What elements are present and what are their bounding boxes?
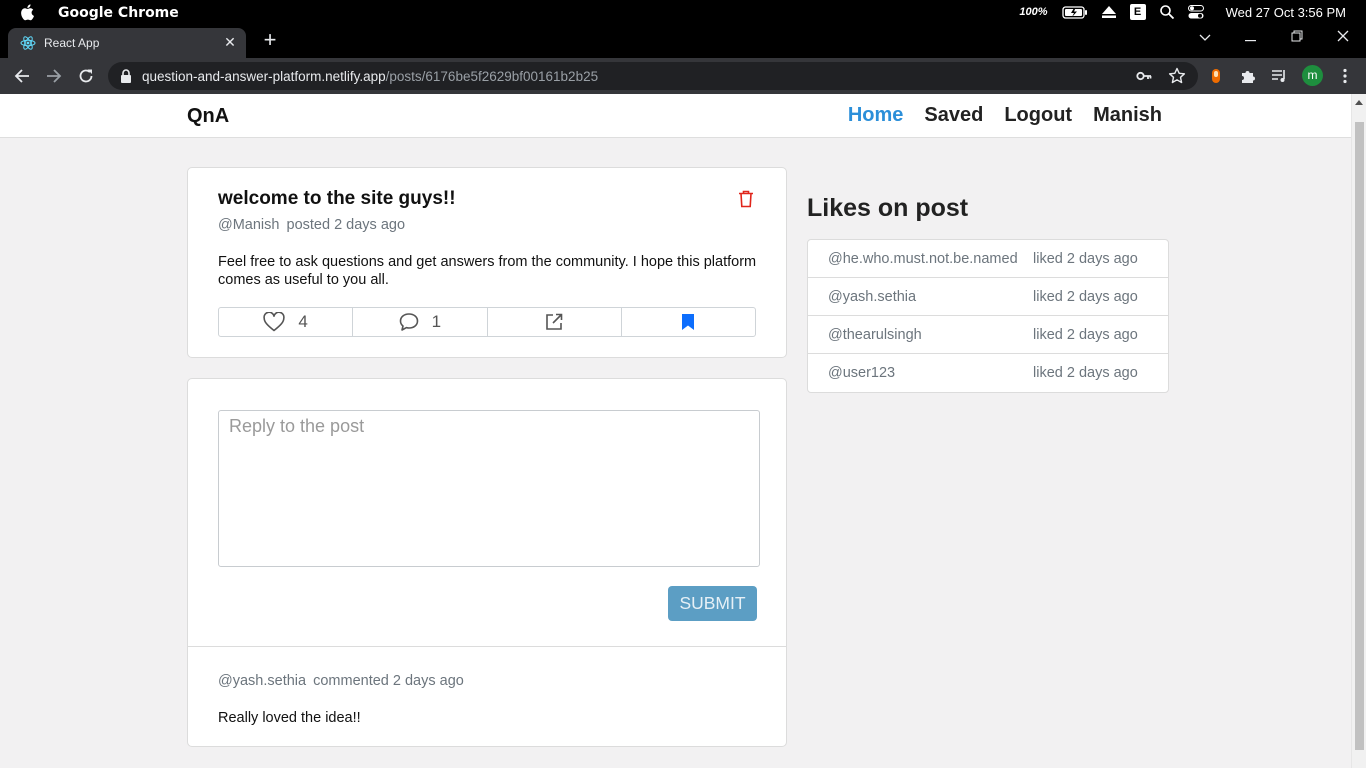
comment-author[interactable]: @yash.sethia [218, 673, 306, 689]
page-viewport: QnA Home Saved Logout Manish welcome to … [0, 94, 1366, 768]
reply-card: SUBMIT @yash.sethia commented 2 days ago… [187, 378, 787, 747]
post-meta: @Manish posted 2 days ago [218, 217, 405, 233]
submit-button[interactable]: SUBMIT [668, 586, 757, 621]
comment-button[interactable]: 1 [353, 308, 488, 336]
media-icon[interactable] [1270, 67, 1288, 85]
post-card: welcome to the site guys!! @Manish poste… [187, 167, 787, 358]
browser-toolbar: question-and-answer-platform.netlify.app… [0, 58, 1366, 94]
like-user[interactable]: @he.who.must.not.be.named [828, 251, 1018, 267]
reply-input[interactable] [218, 410, 760, 567]
like-user[interactable]: @thearulsingh [828, 327, 922, 343]
puzzle-icon[interactable] [1239, 67, 1257, 85]
react-favicon [20, 36, 36, 50]
reload-icon[interactable] [75, 65, 97, 87]
comment-count: 1 [431, 312, 442, 331]
chevron-down-icon[interactable] [1195, 28, 1215, 46]
like-time: liked 2 days ago [1033, 365, 1138, 381]
trash-icon[interactable] [738, 190, 754, 208]
heart-icon [263, 312, 286, 332]
url-host: question-and-answer-platform.netlify.app [142, 69, 386, 84]
post-body: Feel free to ask questions and get answe… [218, 254, 757, 288]
share-button[interactable] [488, 308, 622, 336]
url-path: /posts/6176be5f2629bf00161b2b25 [385, 69, 599, 84]
forward-icon[interactable] [43, 65, 65, 87]
bookmark-button[interactable] [622, 308, 755, 336]
eject-icon[interactable] [1101, 6, 1116, 18]
menu-clock[interactable]: Wed 27 Oct 3:56 PM [1226, 5, 1346, 20]
like-user[interactable]: @yash.sethia [828, 289, 916, 305]
minimize-icon[interactable] [1241, 28, 1261, 46]
battery-icon[interactable] [1061, 5, 1088, 19]
search-icon[interactable] [1159, 5, 1174, 19]
address-bar[interactable]: question-and-answer-platform.netlify.app… [108, 62, 1198, 90]
extension-icon[interactable] [1207, 67, 1225, 85]
page-scrollbar[interactable] [1351, 94, 1366, 768]
apple-icon[interactable] [20, 3, 36, 21]
nav-home[interactable]: Home [848, 104, 904, 127]
share-icon [546, 313, 563, 330]
post-title: welcome to the site guys!! [218, 188, 456, 209]
likes-list: @he.who.must.not.be.named liked 2 days a… [807, 239, 1169, 393]
plus-icon[interactable]: + [260, 29, 280, 51]
like-button[interactable]: 4 [219, 308, 354, 336]
nav-logout[interactable]: Logout [1004, 104, 1072, 127]
nav-saved[interactable]: Saved [924, 104, 983, 127]
post-time: posted 2 days ago [286, 217, 406, 233]
star-icon[interactable] [1168, 67, 1186, 85]
post-author[interactable]: @Manish [218, 217, 279, 233]
back-icon[interactable] [11, 65, 33, 87]
comment-icon [399, 313, 418, 331]
scrollbar-thumb[interactable] [1355, 122, 1364, 750]
list-item: @yash.sethia liked 2 days ago [808, 278, 1168, 316]
mac-menu-bar: Google Chrome 100% E Wed 27 Oct 3:56 PM [0, 0, 1366, 24]
site-brand[interactable]: QnA [187, 105, 229, 128]
more-icon[interactable] [1336, 67, 1354, 85]
comment-body: Really loved the idea!! [218, 710, 361, 726]
url-text[interactable]: question-and-answer-platform.netlify.app… [142, 69, 598, 84]
likes-heading: Likes on post [807, 194, 969, 222]
list-item: @he.who.must.not.be.named liked 2 days a… [808, 240, 1168, 278]
close-icon[interactable] [1333, 28, 1353, 46]
like-time: liked 2 days ago [1033, 289, 1138, 305]
menu-app-name[interactable]: Google Chrome [58, 5, 179, 21]
battery-percent: 100% [1019, 6, 1048, 18]
like-count: 4 [298, 312, 308, 331]
close-icon[interactable]: ✕ [222, 34, 238, 50]
bookmark-icon [682, 314, 695, 330]
restore-icon[interactable] [1287, 28, 1307, 46]
comment-meta: @yash.sethia commented 2 days ago [218, 673, 464, 689]
divider [188, 646, 786, 647]
scroll-up-icon[interactable] [1355, 100, 1363, 105]
lock-icon[interactable] [120, 69, 132, 83]
input-source-label: E [1129, 4, 1146, 20]
post-actions: 4 1 [218, 307, 756, 337]
tab-title: React App [44, 36, 100, 50]
browser-tab[interactable]: React App ✕ [8, 28, 246, 58]
profile-avatar[interactable]: m [1302, 65, 1323, 86]
like-time: liked 2 days ago [1033, 327, 1138, 343]
like-time: liked 2 days ago [1033, 251, 1138, 267]
control-center-icon[interactable] [1187, 5, 1204, 19]
list-item: @thearulsingh liked 2 days ago [808, 316, 1168, 354]
site-navbar: QnA Home Saved Logout Manish [0, 94, 1351, 138]
key-icon[interactable] [1136, 68, 1152, 84]
nav-links: Home Saved Logout Manish [848, 104, 1162, 127]
input-source-icon[interactable]: E [1129, 4, 1146, 20]
nav-profile[interactable]: Manish [1093, 104, 1162, 127]
tab-strip: React App ✕ + [0, 24, 1366, 58]
comment-time: commented 2 days ago [313, 673, 464, 689]
list-item: @user123 liked 2 days ago [808, 354, 1168, 392]
like-user[interactable]: @user123 [828, 365, 895, 381]
